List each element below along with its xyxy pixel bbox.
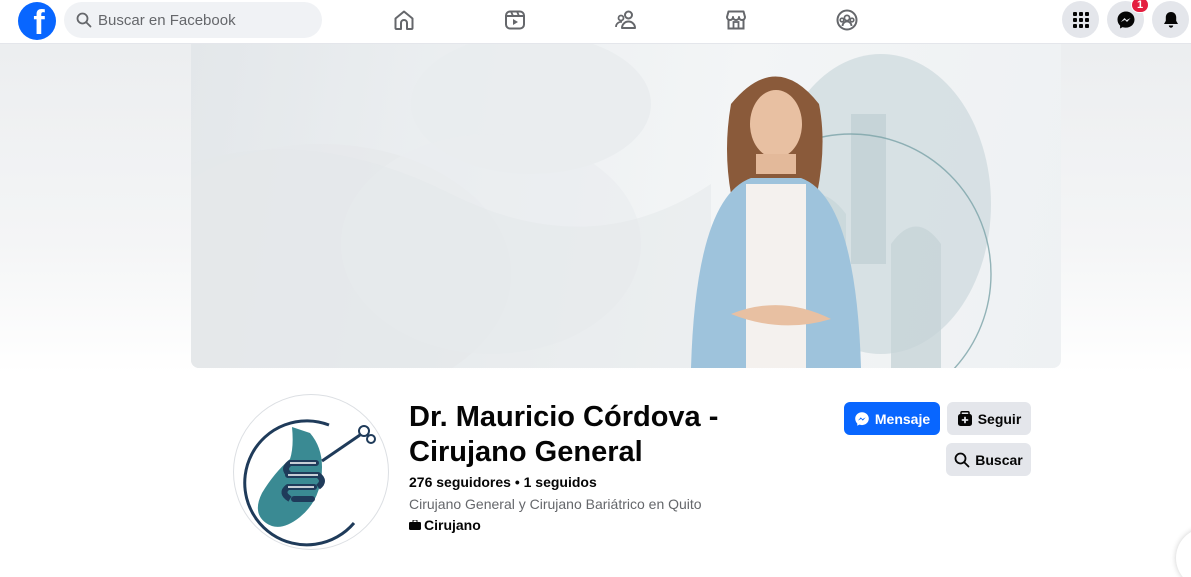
notifications-icon [1163,11,1178,28]
search-icon [954,452,970,467]
follow-button-label: Seguir [977,410,1022,427]
category-label: Cirujano [424,517,481,533]
search-button-label: Buscar [975,451,1023,468]
surgeon-logo-icon [243,419,376,547]
floating-chat-head[interactable] [1176,528,1191,577]
search-placeholder: Buscar en Facebook [98,11,236,29]
top-navigation-bar: f Buscar en Facebook 1 [0,0,1191,44]
follow-icon [957,410,972,426]
message-button[interactable]: Mensaje [844,402,940,435]
profile-category: Cirujano [409,517,481,533]
facebook-logo-letter: f [33,4,45,40]
marketplace-icon[interactable] [722,6,750,34]
home-icon[interactable] [390,6,418,34]
messenger-icon [1117,11,1134,28]
search-page-button[interactable]: Buscar [946,443,1031,476]
messenger-badge: 1 [1131,0,1149,13]
friends-icon[interactable] [612,6,640,34]
groups-icon[interactable] [833,6,861,34]
messenger-button[interactable]: 1 [1107,0,1149,38]
messenger-icon [855,411,869,426]
cover-illustration [191,44,992,368]
search-input[interactable]: Buscar en Facebook [64,2,322,38]
profile-picture[interactable] [233,394,389,550]
menu-grid-button[interactable] [1062,1,1099,38]
cover-photo[interactable] [191,44,1061,368]
menu-grid-icon [1072,11,1089,28]
notifications-button[interactable] [1152,1,1189,38]
video-icon[interactable] [501,6,529,34]
briefcase-icon [409,520,421,530]
message-button-label: Mensaje [874,410,931,427]
page-title: Dr. Mauricio Córdova - Cirujano General [409,401,719,468]
profile-bio: Cirujano General y Cirujano Bariátrico e… [409,496,702,512]
follower-stats[interactable]: 276 seguidores • 1 seguidos [409,474,597,490]
facebook-logo[interactable]: f [18,2,56,40]
search-icon [76,12,92,28]
follow-button[interactable]: Seguir [947,402,1031,435]
